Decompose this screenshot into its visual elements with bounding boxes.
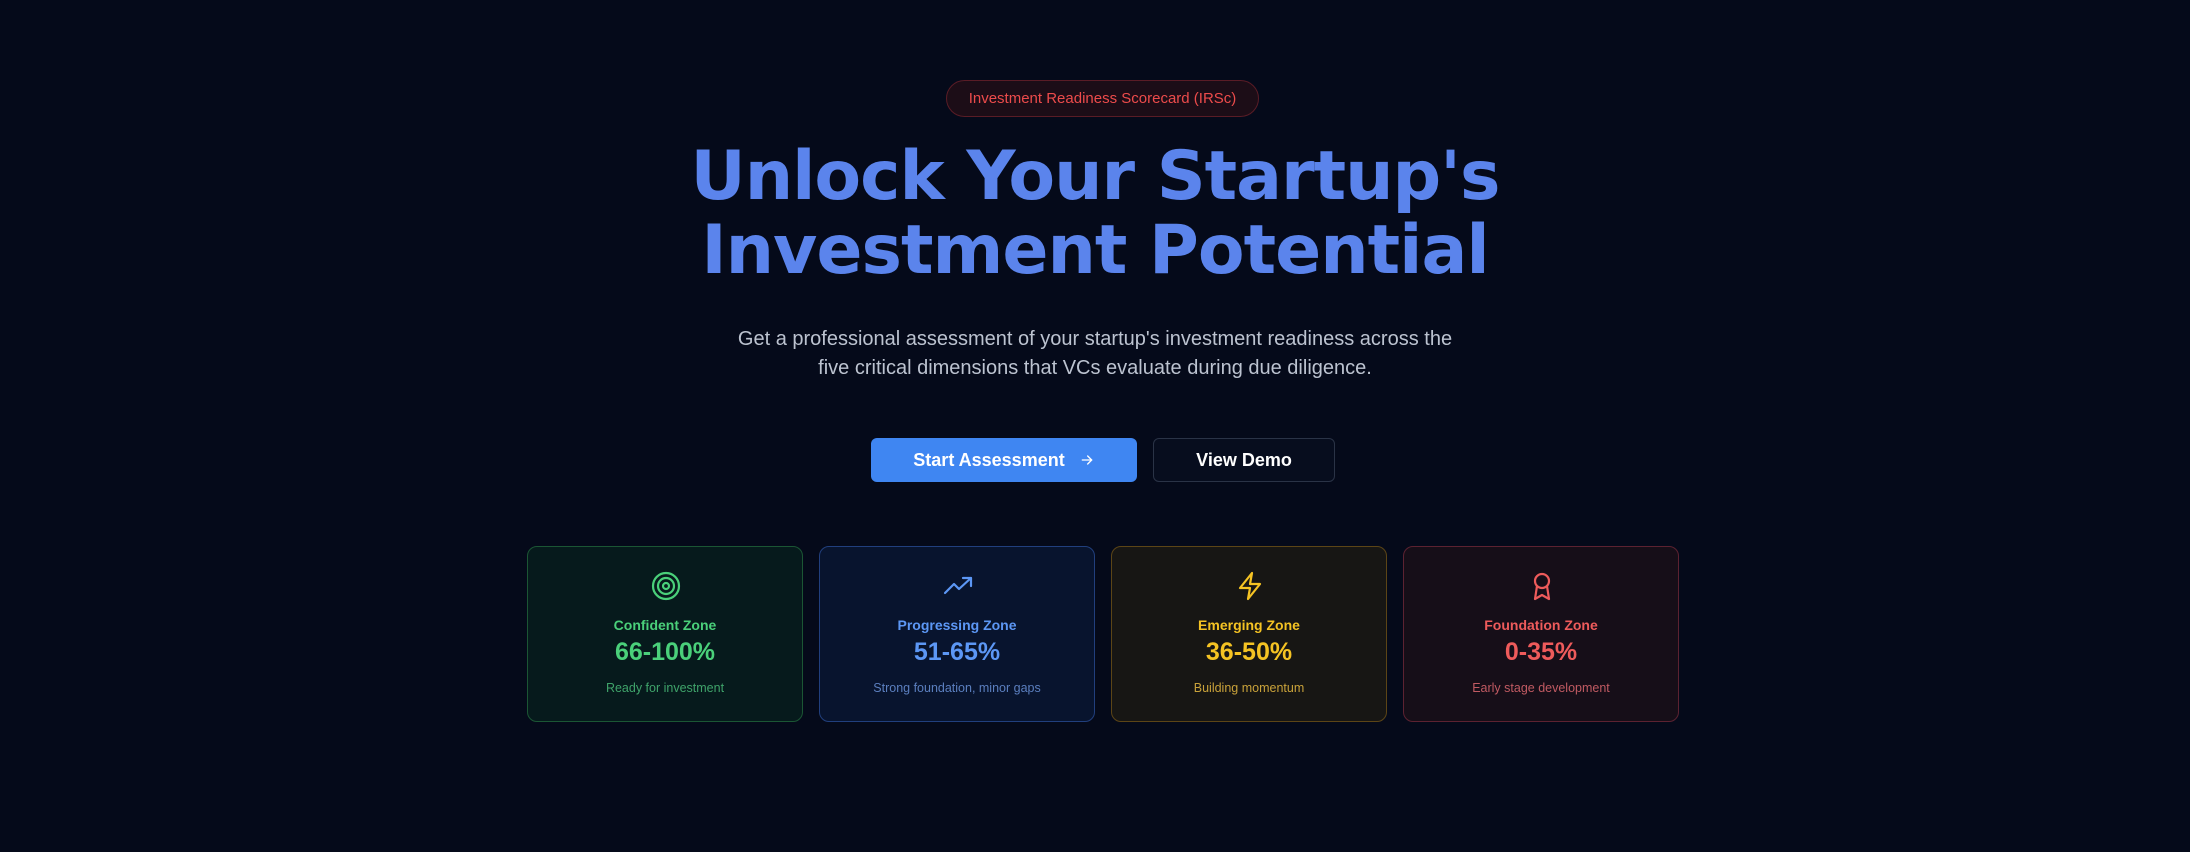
zone-title: Foundation Zone	[1484, 617, 1598, 633]
zone-range: 36-50%	[1205, 638, 1293, 666]
zone-card-confident: Confident Zone 66-100% Ready for investm…	[527, 546, 803, 722]
zone-range: 66-100%	[614, 638, 716, 666]
scorecard-badge: Investment Readiness Scorecard (IRSc)	[946, 80, 1259, 117]
start-assessment-label: Start Assessment	[913, 449, 1065, 470]
zone-description: Early stage development	[1472, 681, 1610, 695]
page-title: Unlock Your Startup's Investment Potenti…	[595, 140, 1595, 288]
page-subtitle: Get a professional assessment of your st…	[695, 325, 1495, 383]
zone-title: Confident Zone	[613, 617, 717, 633]
badge-label: Investment Readiness Scorecard (IRSc)	[968, 90, 1237, 107]
title-line-1: Unlock Your Startup's	[690, 137, 1501, 216]
lightning-icon	[1235, 571, 1265, 601]
zone-description: Building momentum	[1193, 681, 1305, 695]
arrow-right-icon	[1079, 452, 1095, 468]
subtitle-line-2: five critical dimensions that VCs evalua…	[818, 357, 1372, 379]
zone-description: Strong foundation, minor gaps	[873, 681, 1041, 695]
landing-page: Investment Readiness Scorecard (IRSc) Un…	[0, 0, 2190, 852]
zone-range: 0-35%	[1504, 638, 1578, 666]
start-assessment-button[interactable]: Start Assessment	[871, 438, 1137, 482]
zone-range: 51-65%	[913, 638, 1001, 666]
zone-title: Progressing Zone	[897, 617, 1017, 633]
zone-description: Ready for investment	[605, 681, 725, 695]
zone-card-progressing: Progressing Zone 51-65% Strong foundatio…	[819, 546, 1095, 722]
view-demo-label: View Demo	[1196, 449, 1292, 470]
zone-title: Emerging Zone	[1198, 617, 1300, 633]
subtitle-line-1: Get a professional assessment of your st…	[737, 328, 1453, 350]
view-demo-button[interactable]: View Demo	[1153, 438, 1335, 482]
zone-card-emerging: Emerging Zone 36-50% Building momentum	[1111, 546, 1387, 722]
zone-card-foundation: Foundation Zone 0-35% Early stage develo…	[1403, 546, 1679, 722]
trending-up-icon	[943, 571, 973, 601]
award-icon	[1527, 571, 1557, 601]
title-line-2: Investment Potential	[701, 211, 1489, 290]
target-icon	[651, 571, 681, 601]
